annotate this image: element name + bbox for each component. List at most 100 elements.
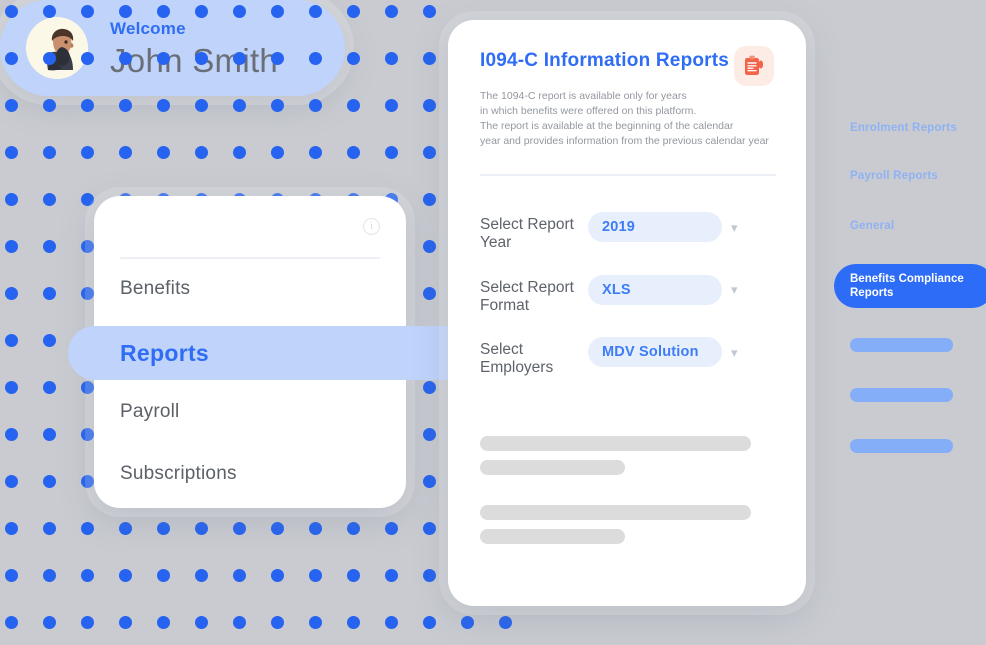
background-dot: [119, 146, 132, 159]
select-employers-value[interactable]: MDV Solution: [588, 337, 722, 368]
background-dot: [271, 99, 284, 112]
page-title: I094-C Information Reports: [480, 50, 730, 71]
select-report-format-value[interactable]: XLS: [588, 274, 722, 305]
background-dot: [119, 616, 132, 629]
background-dot: [5, 287, 18, 300]
chevron-down-icon[interactable]: ▾: [731, 221, 738, 234]
background-dot: [423, 146, 436, 159]
report-card: I094-C Information Reports The 1094-C re…: [448, 20, 806, 606]
background-dot: [309, 616, 322, 629]
background-dot: [347, 146, 360, 159]
background-dot: [43, 146, 56, 159]
skeleton-bar: [480, 460, 625, 475]
background-dot: [385, 146, 398, 159]
sidebar-item-subscriptions[interactable]: Subscriptions: [120, 463, 237, 485]
background-dot: [43, 522, 56, 535]
avatar: [26, 17, 88, 79]
background-dot: [233, 146, 246, 159]
chevron-down-icon[interactable]: ▾: [731, 283, 738, 296]
background-dot: [43, 193, 56, 206]
background-dot: [5, 428, 18, 441]
background-dot: [309, 522, 322, 535]
background-dot: [423, 616, 436, 629]
background-dot: [157, 146, 170, 159]
background-dot: [5, 475, 18, 488]
label-report-format: Select Report Format: [480, 278, 574, 314]
background-dot: [309, 146, 322, 159]
background-dot: [43, 616, 56, 629]
content-placeholder: [480, 436, 776, 574]
sidebar-item-general[interactable]: General: [850, 220, 894, 232]
background-dot: [347, 522, 360, 535]
sidebar-item-reports-label: Reports: [120, 339, 210, 366]
skeleton-bar: [480, 436, 751, 451]
background-dot: [233, 616, 246, 629]
select-employers[interactable]: MDV Solution ▾: [588, 337, 738, 368]
background-dot: [43, 287, 56, 300]
background-dot: [385, 99, 398, 112]
sidebar-item-benefits[interactable]: Benefits: [120, 278, 190, 300]
background-dot: [423, 381, 436, 394]
sidebar-item-enrolment-reports[interactable]: Enrolment Reports: [850, 122, 957, 134]
right-sidebar: Enrolment Reports Payroll Reports Genera…: [836, 0, 986, 645]
skeleton-group: [480, 436, 776, 475]
background-dot: [271, 146, 284, 159]
welcome-card: Welcome John Smith: [0, 0, 345, 96]
background-dot: [309, 99, 322, 112]
skeleton-bar: [480, 505, 751, 520]
background-dot: [5, 99, 18, 112]
sidebar-item-reports[interactable]: Reports: [68, 326, 450, 380]
divider: [120, 257, 380, 259]
background-dot: [347, 569, 360, 582]
background-dot: [385, 5, 398, 18]
select-report-format[interactable]: XLS ▾: [588, 274, 738, 305]
background-dot: [347, 52, 360, 65]
background-dot: [309, 569, 322, 582]
background-dot: [347, 616, 360, 629]
background-dot: [43, 99, 56, 112]
sidebar-item-payroll-reports[interactable]: Payroll Reports: [850, 170, 938, 182]
background-dot: [81, 522, 94, 535]
background-dot: [119, 522, 132, 535]
background-dot: [423, 5, 436, 18]
select-report-year[interactable]: 2019 ▾: [588, 212, 738, 242]
background-dot: [385, 522, 398, 535]
background-dot: [119, 569, 132, 582]
report-description: The 1094-C report is available only for …: [480, 89, 769, 148]
label-report-year: Select Report Year: [480, 216, 574, 252]
background-dot: [5, 381, 18, 394]
select-report-year-value[interactable]: 2019: [588, 212, 722, 242]
background-dot: [423, 240, 436, 253]
background-dot: [157, 569, 170, 582]
sidebar-item-benefits-compliance-reports[interactable]: Benefits Compliance Reports: [834, 264, 986, 308]
background-dot: [81, 616, 94, 629]
background-dot: [347, 99, 360, 112]
background-dot: [195, 99, 208, 112]
divider: [480, 174, 776, 176]
background-dot: [81, 240, 94, 253]
background-dot: [81, 146, 94, 159]
background-dot: [347, 5, 360, 18]
skeleton-bar: [480, 529, 625, 544]
sidebar-item-benefits-compliance-reports-label: Benefits Compliance Reports: [850, 272, 964, 299]
background-dot: [423, 569, 436, 582]
background-dot: [271, 616, 284, 629]
background-dot: [81, 475, 94, 488]
skeleton-group: [480, 505, 776, 544]
background-dot: [81, 99, 94, 112]
sidebar-placeholder-pill: [850, 338, 953, 352]
background-dot: [81, 287, 94, 300]
background-dot: [233, 569, 246, 582]
background-dot: [81, 428, 94, 441]
background-dot: [423, 99, 436, 112]
form-row-employers: Select Employers MDV Solution ▾: [480, 337, 780, 378]
sidebar-placeholder-pill: [850, 439, 953, 453]
background-dot: [81, 193, 94, 206]
background-dot: [385, 616, 398, 629]
sidebar-placeholder-pill: [850, 388, 953, 402]
background-dot: [499, 616, 512, 629]
sidebar-item-payroll[interactable]: Payroll: [120, 401, 179, 423]
background-dot: [5, 522, 18, 535]
info-circle-icon[interactable]: i: [363, 218, 380, 235]
chevron-down-icon[interactable]: ▾: [731, 346, 738, 359]
